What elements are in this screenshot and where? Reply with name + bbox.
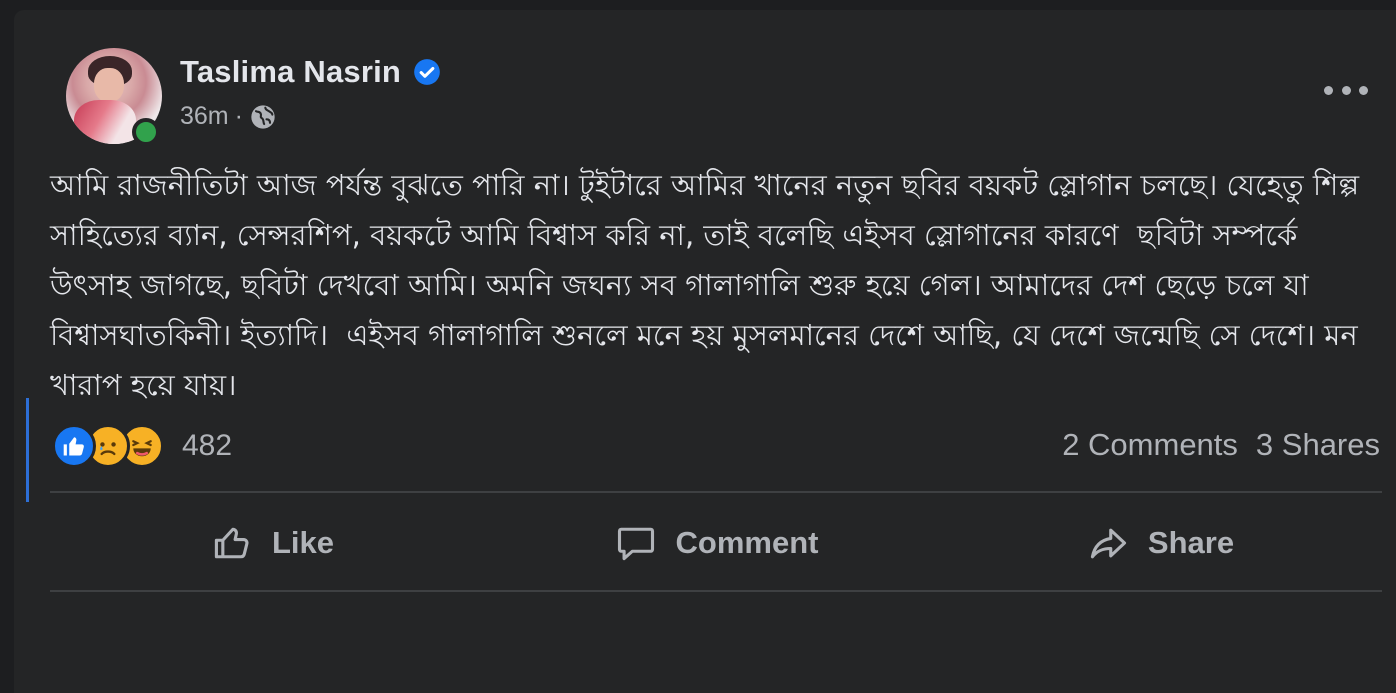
avatar-face <box>94 68 124 102</box>
divider <box>50 590 1382 592</box>
comment-label: Comment <box>675 525 819 560</box>
post-meta: 36m · <box>180 102 277 131</box>
engagement-stats: 2 Comments 3 Shares <box>1062 427 1380 463</box>
share-icon <box>1090 528 1126 559</box>
post-actions: Like Comment Share <box>50 510 1382 576</box>
comment-button[interactable]: Comment <box>494 510 938 576</box>
meta-separator: · <box>234 102 243 130</box>
post-card: Taslima Nasrin 36m · আমি রাজনীতিটা আজ পর… <box>14 10 1396 693</box>
like-button[interactable]: Like <box>50 510 494 576</box>
focus-indicator <box>26 398 29 502</box>
post-timestamp[interactable]: 36m <box>180 102 229 131</box>
more-dot <box>1341 85 1351 95</box>
avatar-garment <box>74 100 136 144</box>
comment-icon <box>617 527 654 561</box>
post-body-text: আমি রাজনীতিটা আজ পর্যন্ত বুঝতে পারি না। … <box>50 168 1369 402</box>
divider <box>50 491 1382 493</box>
reaction-count: 482 <box>182 429 233 462</box>
globe-icon[interactable] <box>249 103 277 131</box>
verified-badge-icon <box>414 59 440 85</box>
shares-count-link[interactable]: 3 Shares <box>1256 427 1380 463</box>
author-row: Taslima Nasrin <box>180 54 441 90</box>
comments-count-link[interactable]: 2 Comments <box>1062 427 1238 463</box>
reactions-summary[interactable]: 482 <box>52 424 232 468</box>
more-dot <box>1359 85 1368 95</box>
more-dot <box>1324 85 1333 95</box>
like-reaction-icon <box>52 424 96 468</box>
more-options-icon[interactable] <box>1324 80 1368 100</box>
share-button[interactable]: Share <box>938 510 1382 576</box>
online-status-icon <box>132 118 160 146</box>
author-name[interactable]: Taslima Nasrin <box>180 54 401 90</box>
like-label: Like <box>271 525 335 560</box>
thumbs-up-icon <box>214 527 249 559</box>
share-label: Share <box>1147 525 1235 560</box>
